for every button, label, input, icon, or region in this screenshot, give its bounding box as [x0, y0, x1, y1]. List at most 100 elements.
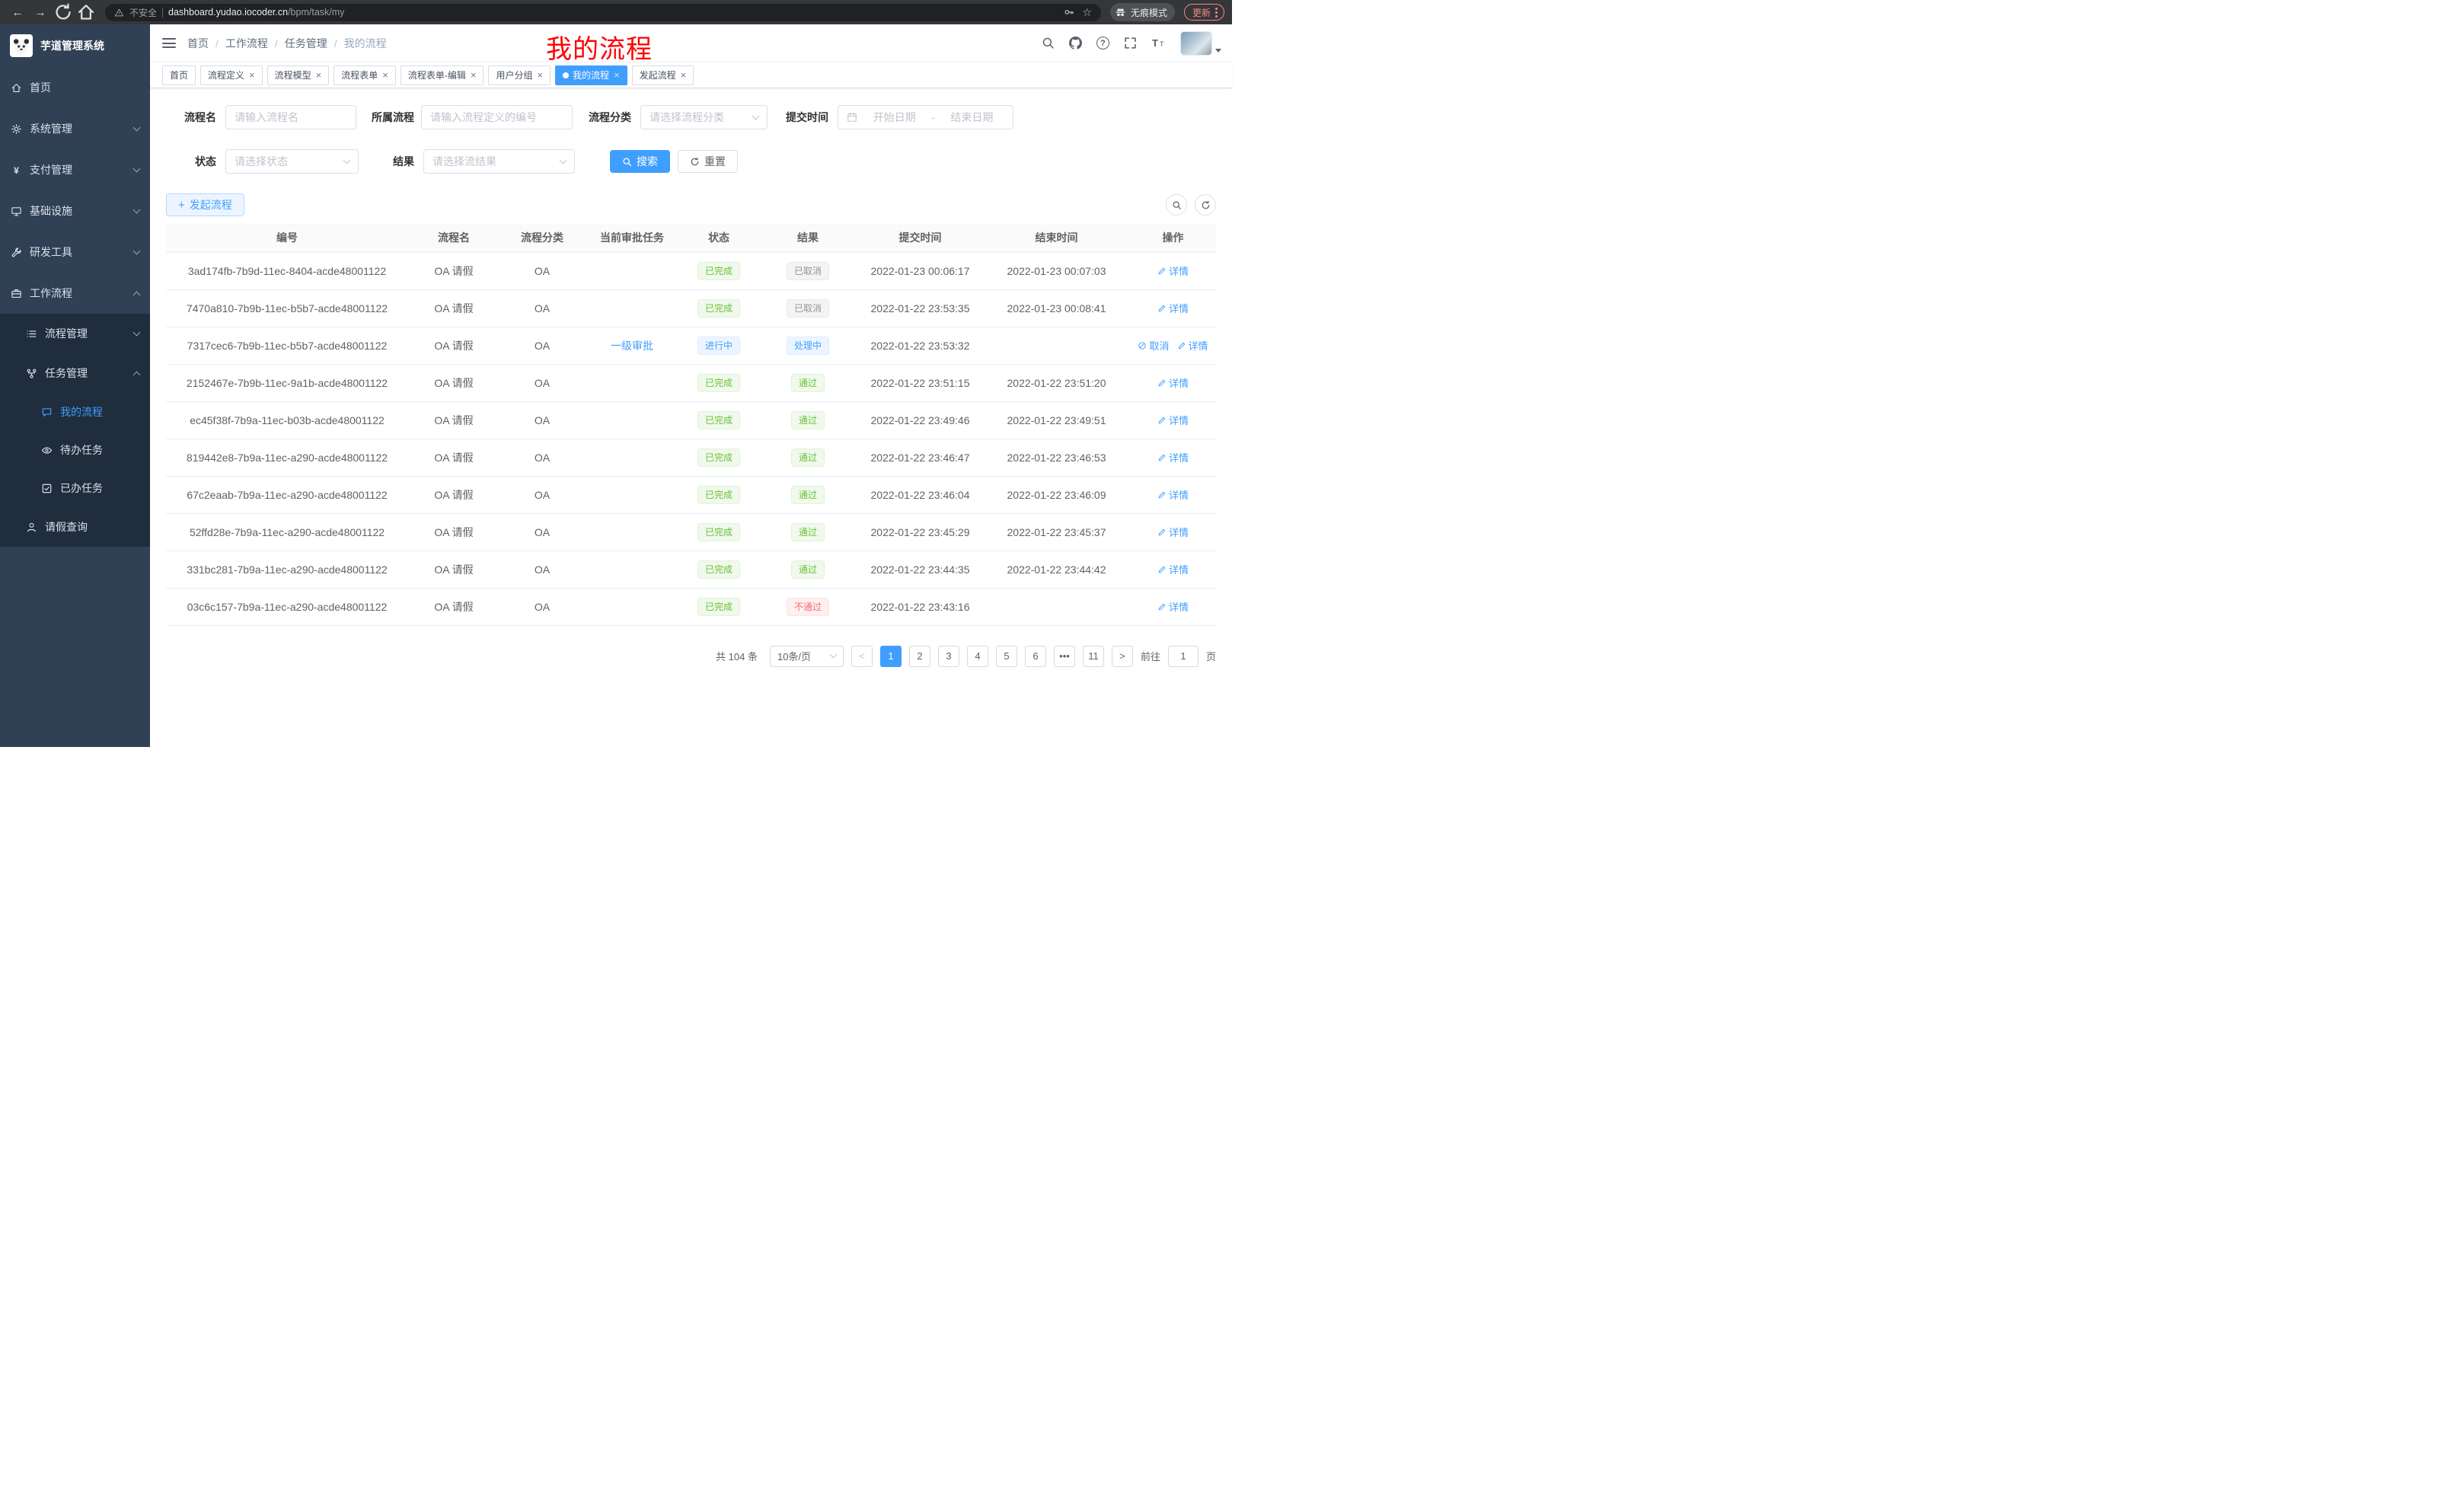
page-ellipsis[interactable]: •••: [1054, 646, 1075, 667]
detail-link[interactable]: 详情: [1157, 301, 1189, 315]
bookmark-star-icon[interactable]: ☆: [1082, 6, 1092, 19]
sidebar-item-dev-tools[interactable]: 研发工具: [0, 231, 150, 273]
sidebar-item-done-tasks[interactable]: 已办任务: [0, 469, 150, 507]
tab-process-form-edit[interactable]: 流程表单-编辑×: [401, 65, 484, 85]
next-page-button[interactable]: >: [1112, 646, 1133, 667]
show-search-button[interactable]: [1166, 194, 1187, 215]
process-name-input[interactable]: 请输入流程名: [225, 105, 356, 129]
breadcrumb-item[interactable]: 任务管理: [285, 36, 327, 51]
submit-time: 2022-01-22 23:43:16: [857, 588, 983, 625]
detail-link[interactable]: 详情: [1177, 338, 1208, 353]
close-icon[interactable]: ×: [537, 70, 543, 80]
search-icon[interactable]: [1042, 37, 1055, 49]
search-button[interactable]: 搜索: [610, 150, 670, 173]
tab-home[interactable]: 首页: [162, 65, 196, 85]
goto-page-input[interactable]: [1168, 646, 1198, 667]
close-icon[interactable]: ×: [471, 70, 477, 80]
back-icon[interactable]: ←: [8, 2, 27, 22]
page-button-1[interactable]: 1: [880, 646, 902, 667]
submit-time: 2022-01-22 23:45:29: [857, 513, 983, 551]
sidebar-item-home[interactable]: 首页: [0, 67, 150, 108]
key-icon[interactable]: [1064, 7, 1074, 18]
current-task-link[interactable]: 一级审批: [611, 340, 653, 352]
sidebar-item-infrastructure[interactable]: 基础设施: [0, 190, 150, 231]
sidebar-item-workflow[interactable]: 工作流程: [0, 273, 150, 314]
tab-process-definition[interactable]: 流程定义×: [200, 65, 263, 85]
process-id: 7317cec6-7b9b-11ec-b5b7-acde48001122: [166, 327, 408, 364]
sidebar-item-todo-tasks[interactable]: 待办任务: [0, 431, 150, 469]
yen-icon: ¥: [11, 164, 22, 176]
page-button-4[interactable]: 4: [967, 646, 988, 667]
page-button-11[interactable]: 11: [1083, 646, 1104, 667]
sidebar-toggle-icon[interactable]: [162, 38, 176, 48]
sidebar-item-label: 我的流程: [60, 404, 103, 420]
url-divider: [162, 8, 163, 18]
tab-process-form[interactable]: 流程表单×: [334, 65, 396, 85]
url-bar[interactable]: 不安全 dashboard.yudao.iocoder.cn/bpm/task/…: [105, 4, 1101, 21]
reset-button[interactable]: 重置: [678, 150, 738, 173]
category-select[interactable]: 请选择流程分类: [640, 105, 768, 129]
sidebar-item-task-management[interactable]: 任务管理: [0, 353, 150, 393]
column-header: 当前审批任务: [585, 224, 679, 252]
tab-my-process[interactable]: 我的流程×: [555, 65, 627, 85]
page-size-select[interactable]: 10条/页: [770, 646, 844, 667]
sidebar-item-my-process[interactable]: 我的流程: [0, 393, 150, 431]
submit-time: 2022-01-22 23:49:46: [857, 401, 983, 439]
tab-start-process[interactable]: 发起流程×: [632, 65, 694, 85]
goto-suffix: 页: [1206, 649, 1216, 663]
end-time: 2022-01-22 23:45:37: [983, 513, 1130, 551]
process-id: 2152467e-7b9b-11ec-9a1b-acde48001122: [166, 364, 408, 401]
prev-page-button[interactable]: <: [851, 646, 873, 667]
detail-link[interactable]: 详情: [1157, 263, 1189, 278]
result-select[interactable]: 请选择流结果: [423, 149, 575, 174]
font-size-icon[interactable]: TT: [1151, 37, 1166, 49]
reload-icon[interactable]: [53, 2, 73, 22]
detail-link[interactable]: 详情: [1157, 413, 1189, 427]
chevron-down-icon: [133, 164, 141, 172]
url-text[interactable]: dashboard.yudao.iocoder.cn/bpm/task/my: [168, 7, 344, 18]
sidebar-item-payment-management[interactable]: ¥支付管理: [0, 149, 150, 190]
close-icon[interactable]: ×: [249, 70, 255, 80]
logo[interactable]: 芋道管理系统: [0, 24, 150, 67]
plus-icon: +: [178, 200, 185, 211]
detail-link[interactable]: 详情: [1157, 450, 1189, 464]
sidebar-item-system-management[interactable]: 系统管理: [0, 108, 150, 149]
chevron-down-icon: [133, 247, 141, 254]
breadcrumb-item[interactable]: 首页: [187, 36, 209, 51]
github-icon[interactable]: [1069, 37, 1082, 49]
detail-link[interactable]: 详情: [1157, 525, 1189, 539]
detail-link[interactable]: 详情: [1157, 375, 1189, 390]
close-icon[interactable]: ×: [614, 70, 620, 80]
breadcrumb-item[interactable]: 工作流程: [225, 36, 268, 51]
sidebar-item-leave-query[interactable]: 请假查询: [0, 507, 150, 547]
close-icon[interactable]: ×: [681, 70, 687, 80]
belong-process-input[interactable]: 请输入流程定义的编号: [421, 105, 573, 129]
page-button-5[interactable]: 5: [996, 646, 1017, 667]
fullscreen-icon[interactable]: [1124, 37, 1137, 49]
help-icon[interactable]: ?: [1096, 37, 1109, 49]
page-button-6[interactable]: 6: [1025, 646, 1046, 667]
browser-home-icon[interactable]: [76, 2, 96, 22]
cancel-link[interactable]: 取消: [1138, 338, 1169, 353]
page-button-2[interactable]: 2: [909, 646, 930, 667]
table-row: ec45f38f-7b9a-11ec-b03b-acde48001122OA 请…: [166, 401, 1216, 439]
sidebar-item-process-management[interactable]: 流程管理: [0, 314, 150, 353]
detail-link[interactable]: 详情: [1157, 562, 1189, 576]
tab-user-group[interactable]: 用户分组×: [488, 65, 551, 85]
status-select[interactable]: 请选择状态: [225, 149, 359, 174]
sidebar-item-label: 任务管理: [45, 366, 88, 381]
update-button[interactable]: 更新: [1184, 4, 1224, 21]
forward-icon[interactable]: →: [30, 2, 50, 22]
close-icon[interactable]: ×: [316, 70, 322, 80]
refresh-table-button[interactable]: [1195, 194, 1216, 215]
column-header: 操作: [1130, 224, 1216, 252]
page-button-3[interactable]: 3: [938, 646, 959, 667]
create-process-button[interactable]: + 发起流程: [166, 193, 244, 216]
submit-time-range-picker[interactable]: 开始日期 - 结束日期: [838, 105, 1013, 129]
detail-link[interactable]: 详情: [1157, 599, 1189, 614]
detail-link[interactable]: 详情: [1157, 487, 1189, 502]
tab-process-model[interactable]: 流程模型×: [267, 65, 330, 85]
close-icon[interactable]: ×: [382, 70, 388, 80]
table-row: 331bc281-7b9a-11ec-a290-acde48001122OA 请…: [166, 551, 1216, 588]
user-avatar[interactable]: [1180, 31, 1221, 56]
